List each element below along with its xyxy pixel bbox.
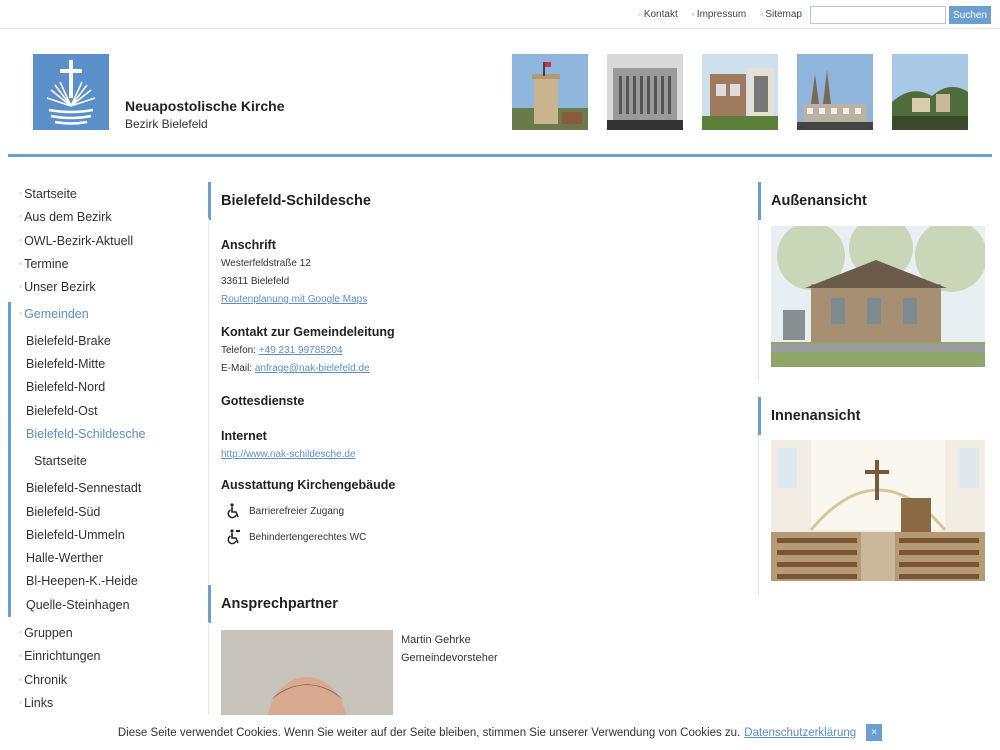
nav-item-einrichtungen[interactable]: Einrichtungen (8, 644, 198, 667)
main-section-header: Bielefeld-Schildesche (208, 182, 748, 220)
website-link[interactable]: http://www.nak-schildesche.de (221, 449, 356, 460)
nav-sub-item[interactable]: Bielefeld-Sennestadt (11, 477, 198, 500)
nav-item-links[interactable]: Links (8, 691, 198, 714)
privacy-policy-link[interactable]: Datenschutzerklärung (744, 727, 856, 739)
header-photo-building (607, 54, 683, 130)
nav-sub-item[interactable]: Bielefeld-Brake (11, 330, 198, 353)
feature-label: Behindertengerechtes WC (249, 531, 367, 543)
page-title: Bielefeld-Schildesche (221, 193, 371, 209)
feature-accessible-wc: Behindertengerechtes WC (227, 524, 748, 550)
cookie-banner: Diese Seite verwendet Cookies. Wenn Sie … (0, 715, 1000, 750)
nav-subsub-item-startseite[interactable]: Startseite (11, 446, 198, 477)
logo-icon (46, 60, 96, 125)
email-line: E-Mail: anfrage@nak-bielefeld.de (221, 360, 748, 378)
nav-item-gemeinden[interactable]: Gemeinden (11, 302, 198, 325)
top-bar: Kontakt Impressum Sitemap Suchen (0, 0, 1000, 29)
church-logo[interactable] (33, 54, 109, 130)
nav-sub-item-active[interactable]: Bielefeld-Schildesche (11, 423, 198, 446)
contact-section-header: Ansprechpartner (208, 585, 748, 623)
nav-group-gemeinden: Gemeinden Bielefeld-Brake Bielefeld-Mitt… (8, 302, 198, 618)
contact-leadership-title: Kontakt zur Gemeindeleitung (221, 325, 395, 339)
exterior-photo[interactable] (771, 226, 985, 367)
nav-item-gruppen[interactable]: Gruppen (8, 621, 198, 644)
exterior-section (758, 220, 992, 380)
wheelchair-icon (227, 503, 239, 519)
site-title: Neuapostolische Kirche (125, 98, 285, 114)
nav-item-startseite[interactable]: Startseite (8, 182, 198, 205)
email-link[interactable]: anfrage@nak-bielefeld.de (255, 363, 370, 374)
feature-label: Barrierefreier Zugang (249, 505, 345, 517)
nav-item-unser-bezirk[interactable]: Unser Bezirk (8, 275, 198, 298)
phone-link[interactable]: +49 231 99785204 (259, 345, 343, 356)
email-label: E-Mail: (221, 363, 253, 374)
site-subtitle: Bezirk Bielefeld (125, 117, 208, 131)
exterior-section-header: Außenansicht (758, 182, 992, 220)
address-street: Westerfeldstraße 12 (221, 258, 311, 269)
equipment-title: Ausstattung Kirchengebäude (221, 478, 396, 492)
wheelchair-wc-icon (227, 529, 240, 545)
top-links: Kontakt Impressum Sitemap (639, 9, 802, 20)
search-input[interactable] (810, 6, 946, 24)
nav-sub-item[interactable]: Quelle-Steinhagen (11, 594, 198, 617)
feature-accessible-entry: Barrierefreier Zugang (227, 498, 748, 524)
person-photo (221, 630, 393, 715)
close-icon[interactable]: × (866, 724, 883, 741)
header-divider (8, 154, 992, 157)
sidebar-nav: Startseite Aus dem Bezirk OWL-Bezirk-Akt… (8, 182, 198, 714)
nav-sub-item[interactable]: Bielefeld-Ummeln (11, 524, 198, 547)
nav-item-aus-dem-bezirk[interactable]: Aus dem Bezirk (8, 205, 198, 228)
person-info: Martin Gehrke Gemeindevorsteher (401, 631, 498, 667)
nav-sub-item[interactable]: Halle-Werther (11, 547, 198, 570)
services-title: Gottesdienste (221, 394, 305, 408)
interior-section-header: Innenansicht (758, 397, 992, 435)
address-city: 33611 Bielefeld (221, 276, 290, 287)
nav-sub-item[interactable]: Bielefeld-Süd (11, 501, 198, 524)
nav-sub-item[interactable]: Bielefeld-Ost (11, 400, 198, 423)
search-button[interactable]: Suchen (949, 6, 991, 24)
contact-person: Martin Gehrke Gemeindevorsteher (208, 622, 748, 715)
header-photo-city (892, 54, 968, 130)
nav-sub-item[interactable]: Bielefeld-Mitte (11, 353, 198, 376)
person-role: Gemeindevorsteher (401, 652, 498, 664)
header-photo-tower (512, 54, 588, 130)
address-title: Anschrift (221, 238, 276, 252)
phone-label: Telefon: (221, 345, 257, 356)
person-name: Martin Gehrke (401, 634, 471, 646)
header-photo-cathedral (797, 54, 873, 130)
route-planning-link[interactable]: Routenplanung mit Google Maps (221, 294, 367, 305)
top-link-impressum[interactable]: Impressum (692, 9, 746, 20)
main-content: Anschrift Westerfeldstraße 12 33611 Biel… (208, 218, 748, 584)
header-photo-church (702, 54, 778, 130)
top-link-sitemap[interactable]: Sitemap (760, 9, 802, 20)
interior-photo[interactable] (771, 440, 985, 581)
interior-section (758, 435, 992, 595)
nav-sub-item[interactable]: Bl-Heepen-K.-Heide (11, 570, 198, 593)
interior-title: Innenansicht (771, 408, 861, 424)
top-link-kontakt[interactable]: Kontakt (639, 9, 678, 20)
nav-item-termine[interactable]: Termine (8, 252, 198, 275)
nav-item-owl-bezirk-aktuell[interactable]: OWL-Bezirk-Aktuell (8, 229, 198, 252)
nav-item-chronik[interactable]: Chronik (8, 668, 198, 691)
cookie-text: Diese Seite verwendet Cookies. Wenn Sie … (117, 726, 741, 739)
internet-title: Internet (221, 429, 267, 443)
phone-line: Telefon: +49 231 99785204 (221, 342, 748, 360)
exterior-title: Außenansicht (771, 193, 867, 209)
contact-title: Ansprechpartner (221, 596, 338, 612)
nav-sub-item[interactable]: Bielefeld-Nord (11, 376, 198, 399)
